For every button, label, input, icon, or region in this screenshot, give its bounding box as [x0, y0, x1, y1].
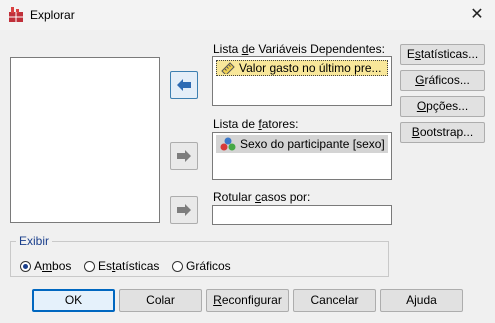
dependent-item-label: Valor gasto no último pre...	[239, 61, 382, 75]
window-title: Explorar	[30, 8, 75, 22]
help-button[interactable]: Ajuda	[380, 289, 463, 312]
options-button[interactable]: Opções...	[400, 96, 485, 117]
explore-app-icon	[7, 6, 25, 24]
dependent-list-label: Lista de Variáveis Dependentes:	[213, 42, 385, 56]
reset-button[interactable]: Reconfigurar	[206, 289, 289, 312]
display-group-title: Exibir	[16, 234, 53, 248]
ruler-scale-icon	[221, 62, 235, 74]
move-to-dependent-button[interactable]	[170, 71, 198, 99]
arrow-right-icon	[177, 204, 191, 216]
list-item[interactable]: Sexo do participante [sexo]	[216, 135, 388, 153]
label-cases-field[interactable]	[212, 205, 392, 225]
radio-charts[interactable]: Gráficos	[172, 259, 231, 273]
charts-button[interactable]: Gráficos...	[400, 70, 485, 91]
factor-item-label: Sexo do participante [sexo]	[240, 137, 385, 151]
source-variable-list[interactable]	[10, 57, 160, 223]
ok-button[interactable]: OK	[32, 289, 115, 312]
dependent-list[interactable]: Valor gasto no último pre...	[212, 56, 392, 106]
radio-both[interactable]: Ambos	[20, 259, 71, 273]
move-to-factor-button[interactable]	[170, 142, 198, 170]
paste-button[interactable]: Colar	[119, 289, 202, 312]
arrow-right-icon	[177, 150, 191, 162]
close-icon[interactable]: ✕	[466, 5, 488, 25]
radio-statistics[interactable]: Estatísticas	[84, 259, 159, 273]
radio-selected-icon	[20, 261, 31, 272]
statistics-button[interactable]: Estatísticas...	[400, 44, 485, 65]
factor-list-label: Lista de fatores:	[213, 117, 299, 131]
cancel-button[interactable]: Cancelar	[293, 289, 376, 312]
nominal-variable-icon	[220, 137, 236, 151]
label-cases-label: Rotular casos por:	[213, 190, 311, 204]
bootstrap-button[interactable]: Bootstrap...	[400, 122, 485, 143]
move-to-label-button[interactable]	[170, 196, 198, 224]
radio-unselected-icon	[84, 261, 95, 272]
radio-unselected-icon	[172, 261, 183, 272]
arrow-left-icon	[177, 79, 191, 91]
list-item[interactable]: Valor gasto no último pre...	[216, 60, 388, 76]
factor-list[interactable]: Sexo do participante [sexo]	[212, 132, 392, 180]
